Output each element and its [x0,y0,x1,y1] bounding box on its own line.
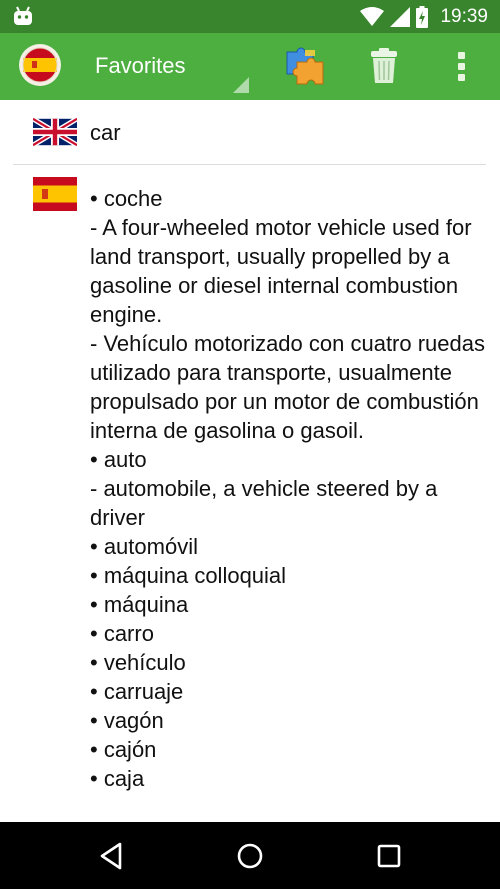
translation-definition: - automobile, a vehicle steered by a dri… [90,476,438,530]
back-icon[interactable] [94,839,128,873]
recents-icon[interactable] [372,839,406,873]
navigation-bar [0,822,500,889]
translation-word: • carro [90,621,154,646]
translation-definition: - Vehículo motorizado con cuatro ruedas … [90,331,486,443]
list-item: • vagón [90,706,485,735]
page-title[interactable]: Favorites [95,53,185,79]
list-item: • vehículo [90,648,485,677]
list-item: • automóvil [90,532,485,561]
translation-word: • cajón [90,737,157,762]
list-item: • caja [90,764,485,793]
list-item: • carruaje [90,677,485,706]
list-item: • máquina colloquial [90,561,485,590]
status-indicators: 19:39 [360,0,488,33]
translation-definition: - A four-wheeled motor vehicle used for … [90,215,472,327]
translation-word: • caja [90,766,145,791]
translation-word: • auto [90,447,147,472]
list-item: • cajón [90,735,485,764]
translation-word: • vehículo [90,650,186,675]
favorites-content: car • coche - A four-wheeled motor vehic… [0,100,500,822]
app-bar: Favorites [0,33,500,100]
more-vert-icon[interactable] [450,49,472,85]
translation-word: • máquina [90,592,189,617]
translation-word: • vagón [90,708,164,733]
status-time: 19:39 [440,5,488,27]
translation-list: • coche - A four-wheeled motor vehicle u… [90,184,485,793]
list-item: • carro [90,619,485,648]
puzzle-icon[interactable] [283,44,327,88]
status-bar: 19:39 [0,0,500,33]
wifi-icon [360,6,385,26]
spain-flag-icon[interactable] [18,43,62,87]
translation-word: • coche [90,186,163,211]
android-icon [14,6,32,25]
spinner-dropdown-indicator[interactable] [233,77,249,93]
signal-icon [390,6,411,27]
translation-word: • carruaje [90,679,184,704]
term-row[interactable]: car [13,100,486,165]
term-text: car [90,120,121,145]
home-icon[interactable] [233,839,267,873]
list-item: • máquina [90,590,485,619]
battery-charging-icon [416,5,429,28]
uk-flag-icon [33,116,77,148]
list-item: • coche - A four-wheeled motor vehicle u… [90,184,485,445]
list-item: • auto - automobile, a vehicle steered b… [90,445,485,532]
translation-word: • automóvil [90,534,198,559]
trash-icon[interactable] [367,47,401,85]
spain-flag-icon [33,177,77,211]
translation-word: • máquina colloquial [90,563,287,588]
